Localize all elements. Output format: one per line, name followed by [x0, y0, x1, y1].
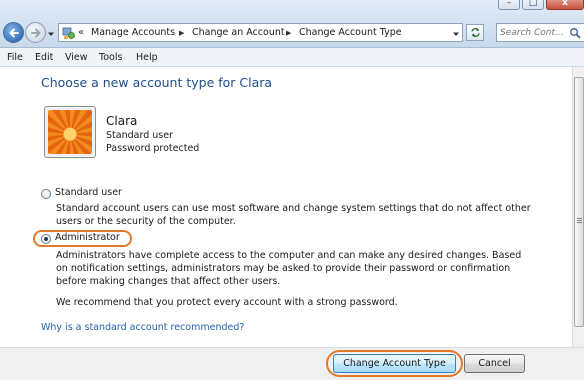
content-pane: Choose a new account type for Clara Clar…: [0, 67, 572, 357]
breadcrumb-overflow[interactable]: «: [78, 26, 84, 40]
forward-button[interactable]: [25, 22, 46, 43]
administrator-radio[interactable]: [41, 234, 51, 244]
change-account-type-button[interactable]: Change Account Type: [333, 354, 456, 373]
control-panel-icon: [62, 27, 75, 39]
menu-bar: File Edit View Tools Help: [0, 48, 584, 67]
address-bar[interactable]: « Manage Accounts ▶ Change an Account ▶ …: [58, 23, 463, 42]
address-history-dropdown-icon[interactable]: [452, 30, 460, 38]
scrollbar-grip-icon: [577, 220, 582, 221]
password-recommendation: We recommend that you protect every acco…: [56, 297, 398, 308]
close-icon: x: [562, 0, 568, 8]
menu-tools[interactable]: Tools: [99, 48, 122, 67]
breadcrumb-change-an-account[interactable]: Change an Account: [192, 24, 285, 42]
maximize-button[interactable]: □: [522, 0, 544, 10]
cancel-button[interactable]: Cancel: [464, 354, 525, 373]
breadcrumb-separator-icon[interactable]: ▶: [286, 24, 291, 42]
search-icon[interactable]: [569, 27, 581, 39]
menu-file[interactable]: File: [7, 48, 23, 67]
scrollbar-thumb[interactable]: [574, 77, 584, 327]
standard-user-radio[interactable]: [41, 189, 51, 199]
recent-pages-dropdown-icon[interactable]: [47, 30, 55, 38]
close-button[interactable]: x: [546, 0, 584, 10]
minimize-icon: –: [506, 0, 512, 8]
avatar: [44, 106, 96, 158]
refresh-icon: [470, 28, 480, 37]
navigation-bar: – □ x « Manage Accounts ▶ Change an Acco…: [0, 0, 584, 48]
standard-user-description: Standard account users can use most soft…: [56, 203, 531, 227]
search-box[interactable]: [496, 23, 584, 42]
back-arrow-icon: [9, 28, 19, 37]
minimize-button[interactable]: –: [498, 0, 520, 10]
user-account-type: Standard user: [106, 130, 173, 141]
refresh-button[interactable]: [466, 24, 484, 41]
vertical-scrollbar[interactable]: [572, 67, 584, 347]
search-input[interactable]: [500, 25, 566, 40]
maximize-icon: □: [528, 0, 538, 8]
menu-view[interactable]: View: [65, 48, 88, 67]
administrator-description: Administrators have complete access to t…: [56, 250, 522, 287]
standard-account-help-link[interactable]: Why is a standard account recommended?: [41, 322, 244, 333]
forward-arrow-icon: [30, 28, 40, 37]
back-button[interactable]: [3, 22, 24, 43]
user-password-status: Password protected: [106, 143, 200, 154]
breadcrumb-separator-icon[interactable]: ▶: [179, 24, 184, 42]
menu-edit[interactable]: Edit: [35, 48, 53, 67]
user-name: Clara: [106, 114, 138, 128]
administrator-label[interactable]: Administrator: [55, 232, 120, 243]
user-picture: [48, 110, 92, 154]
page-title: Choose a new account type for Clara: [41, 75, 273, 90]
menu-help[interactable]: Help: [136, 48, 158, 67]
button-bar: Change Account Type Cancel: [0, 347, 584, 380]
breadcrumb-manage-accounts[interactable]: Manage Accounts: [91, 24, 175, 42]
breadcrumb-change-account-type[interactable]: Change Account Type: [299, 24, 402, 42]
standard-user-label[interactable]: Standard user: [55, 187, 122, 198]
